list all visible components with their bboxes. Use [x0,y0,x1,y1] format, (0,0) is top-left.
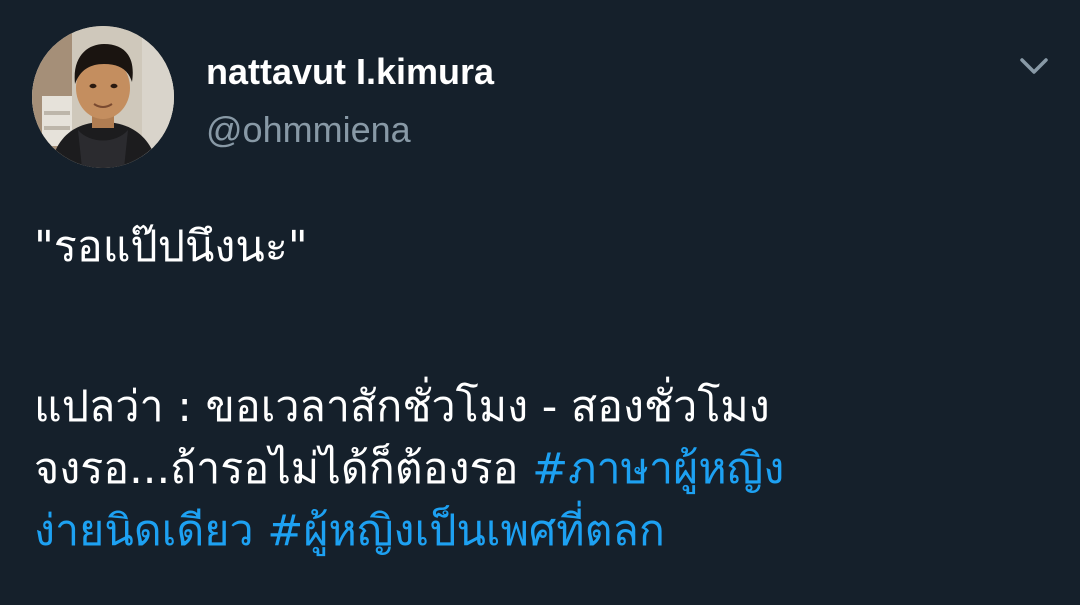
chevron-down-icon[interactable] [1014,50,1054,82]
avatar[interactable] [32,26,174,168]
tweet-translation-line: แปลว่า : ขอเวลาสักชั่วโมง - สองชั่วโมง [34,382,770,432]
hashtag-separator [254,506,268,556]
author-handle[interactable]: @ohmmiena [206,108,411,152]
hashtag-link-continued[interactable]: ง่ายนิดเดียว [34,506,254,556]
tweet-quote-line: "รอแป๊ปนึงนะ" [34,222,308,272]
hashtag-link[interactable]: #ภาษาผู้หญิง [532,444,784,494]
author-display-name[interactable]: nattavut I.kimura [206,50,494,94]
tweet-text-line: จงรอ...ถ้ารอไม่ได้ก็ต้องรอ #ภาษาผู้หญิง [34,438,1054,500]
tweet-text: "รอแป๊ปนึงนะ" แปลว่า : ขอเวลาสักชั่วโมง … [34,216,1054,562]
tweet-text-segment: จงรอ...ถ้ารอไม่ได้ก็ต้องรอ [34,444,533,494]
hashtag-link[interactable]: #ผู้หญิงเป็นเพศที่ตลก [267,506,665,556]
tweet-text-line: ง่ายนิดเดียว #ผู้หญิงเป็นเพศที่ตลก [34,500,1054,562]
tweet: nattavut I.kimura @ohmmiena "รอแป๊ปนึงนะ… [0,0,1080,605]
